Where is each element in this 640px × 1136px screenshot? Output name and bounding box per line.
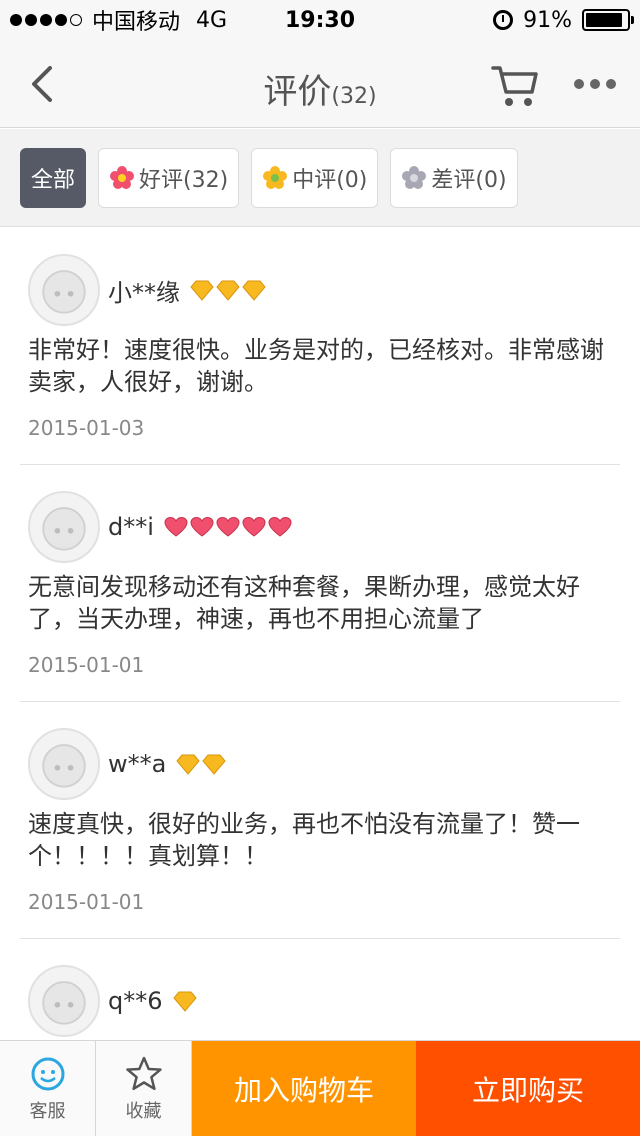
avatar [28, 728, 100, 800]
tab-all[interactable]: 全部 [20, 148, 87, 208]
user-level-badges [176, 753, 228, 775]
review-text: 非常好！速度很快。业务是对的，已经核对。非常感谢卖家，人很好，谢谢。 [28, 336, 604, 396]
heart-badge-icon [190, 516, 214, 537]
page-title: 评价(32) [0, 64, 640, 113]
signal-strength-icon [10, 14, 82, 26]
filter-bar: 全部 好评(32) 中评(0) 差评(0) [0, 129, 640, 227]
page-title-text: 评价 [263, 72, 332, 112]
diamond-badge-icon [172, 991, 197, 1012]
bottom-action-bar: 客服 收藏 加入购物车 立即购买 [0, 1040, 640, 1136]
username: q**6 [108, 987, 163, 1015]
status-bar: 中国移动 4G 19:30 91% [0, 0, 640, 40]
username: w**a [108, 750, 167, 778]
customer-service-label: 客服 [29, 1101, 66, 1122]
username: d**i [108, 513, 154, 541]
user-level-badges [172, 990, 199, 1012]
battery-icon [582, 9, 634, 31]
review-item: w**a 速度真快，很好的业务，再也不怕没有流量了！赞一个！！！！真划算！！ 2… [20, 702, 620, 939]
heart-badge-icon [242, 516, 266, 537]
customer-service-icon [31, 1057, 64, 1091]
review-count: (32) [331, 84, 377, 109]
back-button[interactable] [22, 62, 62, 106]
tab-negative-label: 差评(0) [431, 168, 507, 193]
tab-neutral-label: 中评(0) [292, 168, 368, 193]
avatar [28, 254, 100, 326]
review-date: 2015-01-01 [28, 890, 145, 914]
tab-negative[interactable]: 差评(0) [390, 148, 518, 208]
avatar [28, 491, 100, 563]
alarm-icon [493, 10, 514, 30]
star-icon [125, 1056, 162, 1091]
favorite-button[interactable]: 收藏 [96, 1041, 192, 1136]
tab-positive-label: 好评(32) [139, 168, 229, 193]
battery-percent: 91% [523, 7, 572, 33]
username: 小**缘 [108, 278, 180, 307]
customer-service-button[interactable]: 客服 [0, 1041, 96, 1136]
carrier-name: 中国移动 [92, 10, 181, 35]
add-to-cart-button[interactable]: 加入购物车 [192, 1041, 416, 1136]
diamond-badge-icon [202, 754, 226, 775]
nav-bar: 评价(32) [0, 40, 640, 128]
tab-all-label: 全部 [31, 168, 76, 193]
heart-badge-icon [268, 516, 292, 537]
review-item: d**i 无意间发现移动还有这种套餐，果断办理，感觉太好了，当天办理，神速，再也… [20, 465, 620, 702]
favorite-label: 收藏 [125, 1101, 162, 1122]
red-flower-icon [110, 166, 135, 189]
heart-badge-icon [216, 516, 240, 537]
review-item: q**6 [20, 939, 620, 1037]
review-text: 速度真快，很好的业务，再也不怕没有流量了！赞一个！！！！真划算！！ [28, 810, 580, 870]
diamond-badge-icon [176, 754, 200, 775]
diamond-badge-icon [216, 280, 240, 301]
tab-neutral[interactable]: 中评(0) [251, 148, 379, 208]
yellow-flower-icon [263, 166, 288, 189]
more-dots-icon [574, 79, 584, 89]
cart-button[interactable] [490, 60, 540, 110]
user-level-badges [190, 279, 268, 301]
review-text: 无意间发现移动还有这种套餐，果断办理，感觉太好了，当天办理，神速，再也不用担心流… [28, 573, 580, 633]
avatar [28, 965, 100, 1037]
chevron-left-icon [32, 66, 52, 102]
buy-now-button[interactable]: 立即购买 [416, 1041, 640, 1136]
network-type: 4G [196, 7, 228, 33]
user-level-badges [164, 516, 294, 538]
diamond-badge-icon [190, 280, 214, 301]
cart-icon [491, 66, 538, 106]
tab-positive[interactable]: 好评(32) [98, 148, 240, 208]
diamond-badge-icon [242, 280, 266, 301]
heart-badge-icon [164, 516, 188, 537]
review-item: 小**缘 非常好！速度很快。业务是对的，已经核对。非常感谢卖家，人很好，谢谢。 … [20, 228, 620, 465]
review-date: 2015-01-01 [28, 653, 145, 677]
gray-flower-icon [402, 166, 427, 189]
review-list: 小**缘 非常好！速度很快。业务是对的，已经核对。非常感谢卖家，人很好，谢谢。 … [0, 228, 640, 1037]
review-date: 2015-01-03 [28, 416, 145, 440]
more-button[interactable] [574, 74, 618, 94]
